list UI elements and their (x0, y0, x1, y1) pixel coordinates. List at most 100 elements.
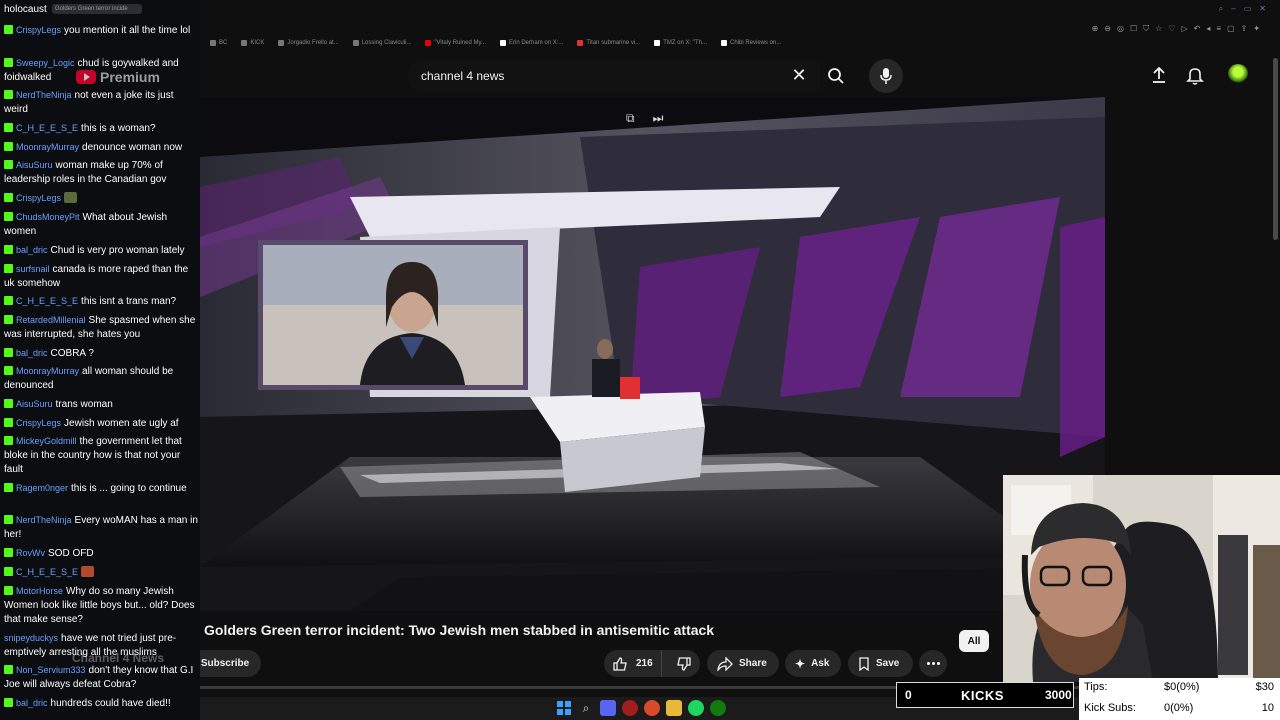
x-bookmark-icon (721, 40, 727, 46)
like-button[interactable]: 216 (604, 650, 663, 677)
chat-username[interactable]: NerdTheNinja (16, 515, 72, 525)
search-query-text: channel 4 news (421, 69, 505, 83)
bookmark[interactable]: KICK (241, 40, 264, 46)
browser-icon[interactable] (644, 700, 660, 716)
chat-message: bal_dric hundreds could have died!! (4, 696, 198, 711)
bell-icon (1186, 68, 1204, 85)
chat-username[interactable]: CrispyLegs (16, 193, 61, 203)
menu-icon[interactable]: ≡ (1216, 24, 1221, 34)
chat-username[interactable]: bal_dric (16, 245, 48, 255)
account-avatar[interactable] (1228, 64, 1248, 84)
kicks-goal-bar: 0 KICKS 3000 (896, 682, 1074, 708)
chat-username[interactable]: surfsnail (16, 264, 50, 274)
chat-username[interactable]: RetardedMillenial (16, 315, 86, 325)
chat-message: surfsnail canada is more raped than the u… (4, 264, 189, 289)
chat-message: MoonrayMurray all woman should be denounc… (4, 366, 174, 391)
zoom-icon[interactable]: ⊕ (1092, 24, 1099, 34)
kick-badge-icon (4, 698, 13, 707)
bookmark[interactable]: Lossing Claviculi... (352, 40, 411, 46)
page-scrollbar[interactable] (1273, 58, 1278, 240)
youtube-premium-logo[interactable]: Premium (76, 69, 160, 85)
extension-icon[interactable]: ▢ (1227, 24, 1235, 34)
filter-chip-all[interactable]: All (959, 630, 989, 652)
voice-search-button[interactable] (869, 59, 903, 93)
create-button[interactable] (1148, 64, 1170, 86)
ask-button[interactable]: ✦ Ask (785, 650, 841, 677)
search-small-icon[interactable]: ⌕ (1219, 4, 1223, 14)
share-icon[interactable]: ⇪ (1241, 24, 1248, 34)
heart-icon[interactable]: ♡ (1168, 24, 1175, 34)
maximize-icon[interactable]: ▭ (1244, 4, 1252, 14)
bookmark[interactable]: Titan submarine vi... (577, 40, 640, 46)
bookmark[interactable]: Erin Derham on X:... (500, 40, 563, 46)
bookmark[interactable]: BC (210, 40, 227, 46)
frog-emote-icon (64, 192, 78, 203)
extension-icons: ⊕ ⊖ ◎ ☐ ⛉ ☆ ♡ ▷ ↶ ◂ ≡ ▢ ⇪ ✦ (1092, 24, 1260, 34)
chat-username[interactable]: bal_dric (16, 698, 48, 708)
chat-username[interactable]: C_H_E_E_S_E (16, 567, 78, 577)
chat-username[interactable]: C_H_E_E_S_E (16, 296, 78, 306)
chat-username[interactable]: bal_dric (16, 348, 48, 358)
spotify-icon[interactable] (688, 700, 704, 716)
chat-username[interactable]: AisuSuru (16, 399, 53, 409)
bookmark[interactable]: "Vitaly Ruined My... (425, 40, 486, 46)
chat-message: bal_dric COBRA ? (4, 346, 198, 361)
chat-username[interactable]: MoonrayMurray (16, 366, 79, 376)
popout-icon[interactable]: ⧉ (626, 111, 635, 126)
chat-username[interactable]: MoonrayMurray (16, 142, 79, 152)
bookmark-icon (210, 40, 216, 46)
chat-username[interactable]: RovWv (16, 548, 45, 558)
next-icon[interactable]: ⏭ (653, 111, 664, 126)
kick-badge-icon (4, 315, 13, 324)
more-actions-button[interactable] (919, 650, 947, 677)
discord-icon[interactable] (600, 700, 616, 716)
chat-username[interactable]: Sweepy_Logic (16, 58, 75, 68)
chat-username[interactable]: CrispyLegs (16, 418, 61, 428)
streamer-webcam (1003, 475, 1280, 682)
clear-search-icon[interactable]: ✕ (788, 64, 810, 86)
microphone-icon (880, 68, 892, 84)
windows-start-icon[interactable] (556, 700, 572, 716)
bookmark[interactable]: Jorgadio Frello at... (278, 40, 339, 46)
video-player[interactable] (200, 97, 1105, 611)
chat-username[interactable]: NerdTheNinja (16, 90, 72, 100)
undo-icon[interactable]: ↶ (1194, 24, 1201, 34)
dislike-button[interactable] (668, 656, 700, 672)
search-taskbar-icon[interactable]: ⌕ (578, 700, 594, 716)
chat-message: Non_Servium333 don't they know that G.I J… (4, 665, 194, 690)
chat-username[interactable]: C_H_E_E_S_E (16, 123, 78, 133)
chat-username[interactable]: AisuSuru (16, 160, 53, 170)
miniplayer-controls: ⧉ ⏭ (626, 111, 663, 126)
close-window-icon[interactable]: ✕ (1259, 4, 1266, 14)
chat-message: AisuSuru trans woman (4, 397, 198, 412)
shield-icon[interactable]: ⛉ (1143, 24, 1149, 34)
bookmark[interactable]: TMZ on X: "Th... (654, 40, 707, 46)
minimize-icon[interactable]: – (1231, 4, 1235, 14)
share-button[interactable]: Share (707, 650, 779, 677)
bookmark[interactable]: Chibi Reviews on... (721, 40, 781, 46)
chat-username[interactable]: snipeyduckys (4, 633, 58, 643)
extension-icon[interactable]: ☐ (1130, 24, 1137, 34)
extension-icon[interactable]: ◎ (1117, 24, 1124, 34)
sound-icon[interactable]: ◂ (1206, 24, 1210, 34)
webcam-scene (1003, 475, 1280, 682)
chat-username[interactable]: MotorHorse (16, 586, 63, 596)
thumbs-up-icon (613, 656, 627, 671)
save-button[interactable]: Save (848, 650, 913, 677)
bookmark-star-icon[interactable]: ☆ (1155, 24, 1162, 34)
play-icon[interactable]: ▷ (1181, 24, 1187, 34)
file-explorer-icon[interactable] (666, 700, 682, 716)
kick-badge-icon (4, 264, 13, 273)
chat-username[interactable]: MickeyGoldmill (16, 436, 77, 446)
chat-username[interactable]: Ragem0nger (16, 483, 68, 493)
chat-username[interactable]: Non_Servium333 (16, 665, 86, 675)
ai-icon[interactable]: ✦ (1253, 24, 1260, 34)
chat-username[interactable]: CrispyLegs (16, 25, 61, 35)
chat-username[interactable]: ChudsMoneyPit (16, 212, 80, 222)
obs-icon[interactable] (622, 700, 638, 716)
zoom-out-icon[interactable]: ⊖ (1104, 24, 1111, 34)
channel-name[interactable]: Channel 4 News (72, 651, 164, 665)
xbox-icon[interactable] (710, 700, 726, 716)
search-button[interactable] (820, 60, 852, 92)
notifications-button[interactable] (1184, 64, 1206, 86)
